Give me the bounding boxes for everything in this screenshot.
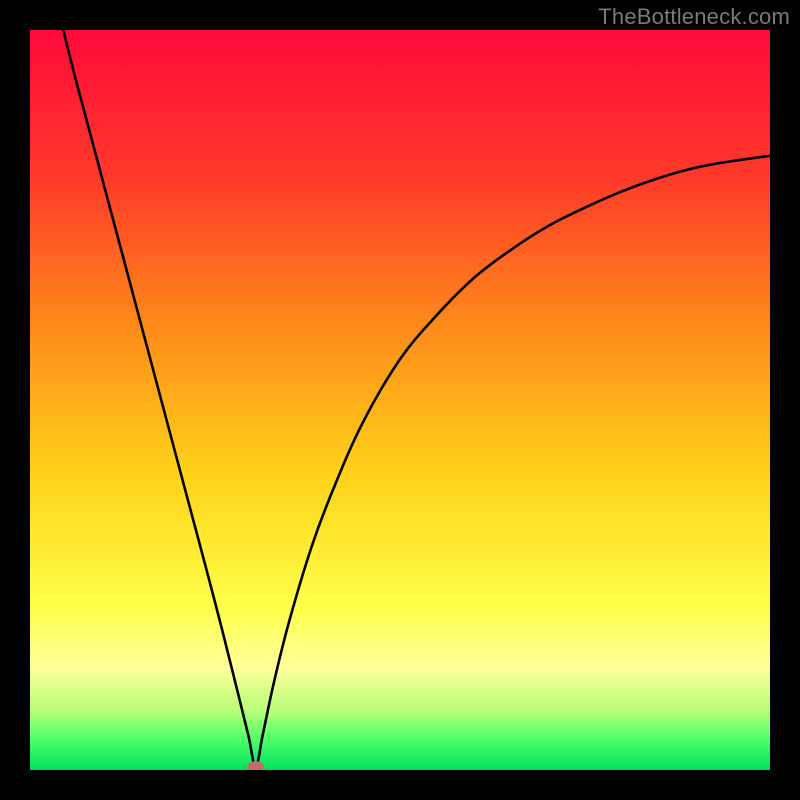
bottleneck-curve-chart [30, 30, 770, 770]
watermark-label: TheBottleneck.com [598, 4, 790, 30]
chart-frame: TheBottleneck.com [0, 0, 800, 800]
gradient-background [30, 30, 770, 770]
plot-area [30, 30, 770, 770]
